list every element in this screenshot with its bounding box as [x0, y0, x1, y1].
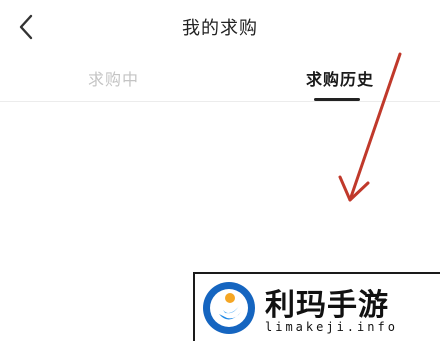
watermark-logo-icon [203, 282, 255, 334]
watermark: 利玛手游 limakeji.info [193, 272, 440, 341]
watermark-title: 利玛手游 [265, 288, 389, 323]
annotation-arrow-icon [338, 52, 402, 202]
header: 我的求购 [0, 0, 440, 56]
tab-in-progress[interactable]: 求购中 [88, 66, 139, 90]
page-title: 我的求购 [182, 18, 258, 39]
watermark-subtitle: limakeji.info [265, 320, 398, 334]
